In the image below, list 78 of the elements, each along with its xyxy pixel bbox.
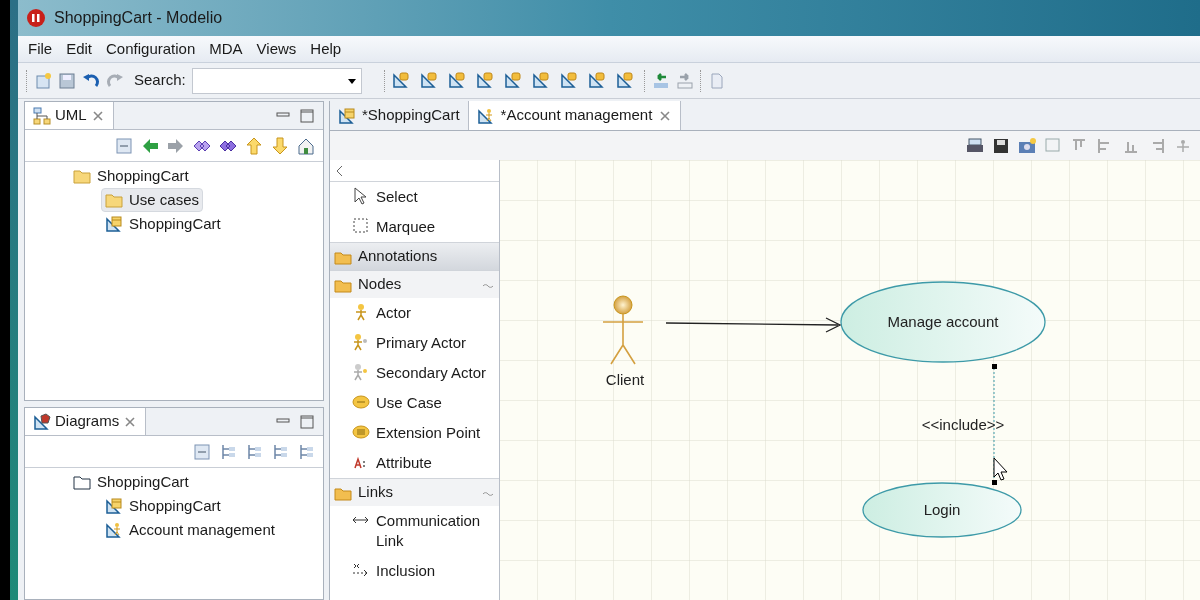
- palette-item[interactable]: Attribute: [330, 448, 499, 478]
- app-logo-icon: [26, 8, 46, 28]
- palette-item[interactable]: Communication Link: [330, 506, 499, 556]
- tree-structure-icon[interactable]: [297, 442, 315, 461]
- hierarchy-icon: [33, 106, 51, 125]
- search-field[interactable]: [191, 67, 362, 94]
- close-icon[interactable]: [658, 108, 673, 123]
- actor-figure: [602, 295, 644, 365]
- tree-item[interactable]: ShoppingCart: [101, 493, 225, 519]
- camera-icon[interactable]: [1018, 136, 1036, 155]
- menu-item[interactable]: Edit: [60, 35, 99, 63]
- use-case-icon: [352, 393, 370, 411]
- menu-item[interactable]: File: [22, 35, 59, 63]
- actor-pair-icon: [352, 333, 370, 351]
- palette-item[interactable]: Use Case: [330, 388, 499, 418]
- folder-icon: [73, 473, 91, 491]
- view-tab-label: Diagrams: [55, 411, 120, 432]
- tree-item[interactable]: Account management: [101, 517, 279, 543]
- palette-item[interactable]: Secondary Actor: [330, 358, 499, 388]
- close-icon[interactable]: [123, 414, 138, 429]
- menu-item[interactable]: Configuration: [100, 35, 202, 63]
- extension-point-icon: [352, 423, 370, 441]
- dashed-arrow-icon: [352, 561, 370, 579]
- window-title: ShoppingCart - Modelio: [54, 8, 223, 28]
- tree-item[interactable]: Use cases: [101, 187, 204, 213]
- palette-group-header[interactable]: Nodes: [330, 270, 499, 298]
- use-case-label: Login: [923, 501, 961, 518]
- home-icon[interactable]: [297, 136, 315, 155]
- use-case-label: Manage account: [887, 313, 999, 330]
- tree-structure-icon[interactable]: [271, 442, 289, 461]
- palette-item[interactable]: Marquee: [330, 212, 499, 242]
- up-arrow-icon[interactable]: [245, 136, 263, 155]
- view-tab[interactable]: Diagrams: [25, 408, 147, 435]
- view-tab-label: UML: [55, 105, 87, 126]
- save-icon[interactable]: [992, 136, 1010, 155]
- diagram-icon: [33, 412, 51, 431]
- tree-item[interactable]: ShoppingCart: [69, 469, 193, 495]
- menu-item[interactable]: Views: [250, 35, 303, 63]
- transfer-icon[interactable]: [651, 71, 670, 90]
- tree-structure-icon[interactable]: [219, 442, 237, 461]
- close-icon[interactable]: [90, 108, 105, 123]
- new-file-icon[interactable]: [34, 71, 52, 90]
- tree-structure-icon[interactable]: [245, 442, 263, 461]
- palette-item[interactable]: Actor: [330, 298, 499, 328]
- search-label: Search:: [134, 70, 186, 91]
- use-case-diagram-icon: [476, 106, 495, 125]
- collapse-all-icon[interactable]: [193, 442, 211, 461]
- class-diagram-icon: [338, 106, 356, 125]
- palette-item[interactable]: Extension Point: [330, 418, 499, 448]
- collapse-all-icon[interactable]: [115, 136, 133, 155]
- palette-group-header[interactable]: Links: [330, 478, 499, 506]
- use-case-diagram-icon: [105, 521, 123, 539]
- stereotype-label: <<include>>: [921, 416, 1005, 433]
- class-diagram-icon: [105, 215, 123, 233]
- maximize-icon[interactable]: [299, 107, 315, 124]
- menu-item[interactable]: MDA: [203, 35, 249, 63]
- editor-tab[interactable]: *Account management: [468, 101, 682, 130]
- menu-item[interactable]: Help: [304, 35, 348, 63]
- print-icon[interactable]: [966, 136, 984, 155]
- palette-group-header[interactable]: Annotations: [330, 242, 499, 270]
- tree-item[interactable]: ShoppingCart: [101, 211, 225, 237]
- marquee-icon: [352, 217, 370, 235]
- palette-item[interactable]: Select: [330, 182, 499, 212]
- transfer-icon[interactable]: [675, 71, 694, 90]
- palette-item[interactable]: Inclusion: [330, 556, 499, 586]
- down-arrow-icon[interactable]: [271, 136, 289, 155]
- palette-item[interactable]: Primary Actor: [330, 328, 499, 358]
- view-tab[interactable]: UML: [25, 102, 114, 129]
- mouse-cursor-icon: [993, 457, 1008, 481]
- class-diagram-icon: [105, 497, 123, 515]
- actor-label: Client: [605, 371, 645, 388]
- forward-arrow-icon[interactable]: [167, 136, 185, 155]
- frame-icon[interactable]: [1044, 136, 1062, 155]
- folder-icon: [105, 191, 123, 209]
- maximize-icon[interactable]: [299, 413, 315, 430]
- folder-icon: [73, 167, 91, 185]
- actor-pair-icon: [352, 363, 370, 381]
- tree-item[interactable]: ShoppingCart: [69, 163, 193, 189]
